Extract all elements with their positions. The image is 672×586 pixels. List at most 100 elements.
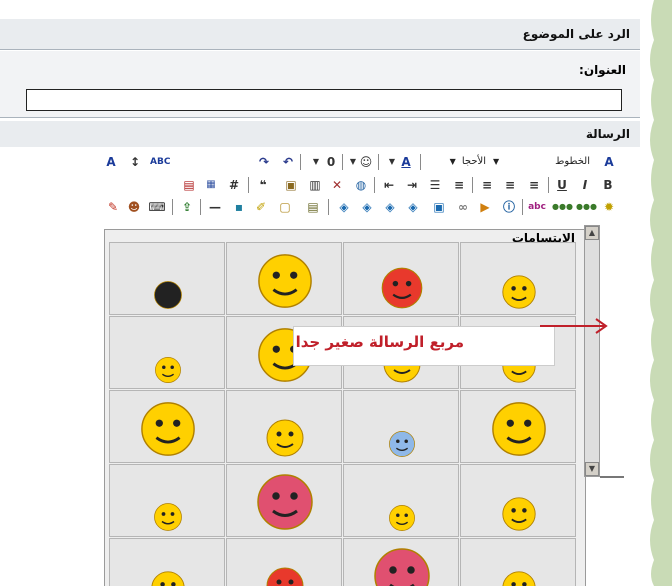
marker-icon[interactable]: ✎ [104, 198, 122, 216]
link-icon[interactable]: ∞ [454, 198, 472, 216]
smilies-grid [109, 242, 577, 586]
smiley-cell[interactable] [226, 538, 342, 586]
smiley-cool-sunglasses-icon [492, 402, 546, 456]
image-frame-icon[interactable]: ▣ [430, 198, 448, 216]
smiley-cell[interactable] [226, 242, 342, 315]
smiley-cell[interactable] [460, 464, 576, 537]
link-globe-icon[interactable]: ◍ [352, 176, 370, 194]
annotation-box: مربع الرسالة صغير جدا [293, 326, 555, 366]
chevron-down-icon: ▼ [449, 157, 456, 166]
hash-icon[interactable]: # [225, 176, 243, 194]
smilies-panel: الابتسامات [104, 229, 586, 586]
panel-divider [600, 476, 624, 478]
smiley-cell[interactable] [343, 242, 459, 315]
smiley-cell[interactable] [226, 464, 342, 537]
smiley-shocked-pink-icon [374, 548, 430, 586]
attach-file-icon[interactable]: ▥ [306, 176, 324, 194]
smiley-cell[interactable] [343, 538, 459, 586]
smiley-cry-icon [389, 505, 415, 531]
bold-button[interactable]: B [599, 176, 617, 194]
align-center-icon[interactable]: ≡ [501, 176, 519, 194]
bullet-list-icon[interactable]: ☰ [426, 176, 444, 194]
scroll-down-icon[interactable]: ▼ [585, 462, 599, 476]
move-left-icon[interactable]: ◈ [381, 198, 399, 216]
smiley-cell[interactable] [343, 390, 459, 463]
upload-icon[interactable]: ⇪ [178, 198, 196, 216]
user-icon[interactable]: ☻ [125, 198, 143, 216]
toolbar-separator [172, 199, 173, 215]
smiley-cell[interactable] [109, 316, 225, 389]
move-down-icon[interactable]: ◈ [335, 198, 353, 216]
horizontal-rule-icon[interactable]: — [206, 198, 224, 216]
numbered-list-icon[interactable]: ≡ [450, 176, 468, 194]
frame-icon[interactable]: ▢ [276, 198, 294, 216]
size-dropdown[interactable]: الأحجا▼ [426, 153, 486, 171]
text-color-icon[interactable]: A [397, 153, 415, 171]
smiley-cell[interactable] [460, 390, 576, 463]
redo-icon[interactable]: ↷ [255, 153, 273, 171]
torn-edge-shape [640, 0, 654, 586]
smiley-cell[interactable] [109, 464, 225, 537]
php-icon[interactable]: ▦ [202, 176, 220, 194]
color-table-icon[interactable]: ▪ [230, 198, 248, 216]
sparkle-icon[interactable]: ✹ [600, 198, 618, 216]
move-up-icon[interactable]: ◈ [358, 198, 376, 216]
toolbar-separator [374, 177, 375, 193]
quote-icon[interactable]: ❝ [254, 176, 272, 194]
undo-icon[interactable]: ↶ [279, 153, 297, 171]
toolbar-separator [522, 199, 523, 215]
dots-right-icon[interactable]: ●●● [576, 198, 597, 216]
email-icon[interactable]: ▤ [180, 176, 198, 194]
clear-format-icon[interactable]: A [600, 153, 618, 171]
spellcheck-icon[interactable]: ABC [150, 153, 170, 171]
align-left-icon[interactable]: ≡ [525, 176, 543, 194]
smiley-ninja-black-icon [154, 281, 182, 309]
dots-left-icon[interactable]: ●●● [552, 198, 573, 216]
unlink-icon[interactable]: ✕ [328, 176, 346, 194]
smiley-insert-icon[interactable]: ☺ [357, 153, 375, 171]
toolbar-separator [248, 177, 249, 193]
keyboard-icon[interactable]: ⌨ [148, 198, 166, 216]
font-dropdown-label: الخطوط [555, 156, 590, 167]
font-dropdown[interactable]: الخطوط ▼ [480, 153, 590, 171]
smilies-scrollbar[interactable]: ▲ ▼ [584, 225, 600, 477]
smiley-love-icon [155, 357, 181, 383]
smiley-cell[interactable] [109, 538, 225, 586]
toolbar-separator [328, 199, 329, 215]
smiley-nervous-icon [502, 571, 536, 586]
align-right-icon[interactable]: ≡ [478, 176, 496, 194]
toolbar-separator [200, 199, 201, 215]
underline-button[interactable]: U [553, 176, 571, 194]
resize-icon[interactable]: ↕ [126, 153, 144, 171]
smiley-cell[interactable] [460, 538, 576, 586]
smiley-cell[interactable] [226, 390, 342, 463]
smiley-dizzy-icon [266, 419, 304, 457]
play-icon[interactable]: ▶ [476, 198, 494, 216]
smiley-cell[interactable] [109, 390, 225, 463]
smiley-cell[interactable] [460, 242, 576, 315]
highlight-icon[interactable]: ✐ [252, 198, 270, 216]
message-header: الرسالة [0, 120, 640, 148]
italic-button[interactable]: I [576, 176, 594, 194]
reply-form: الرد على الموضوع العنوان: الرسالة A ↕ AB… [0, 0, 640, 586]
smiley-devil-red-icon [266, 567, 304, 586]
indent-icon[interactable]: ⇥ [403, 176, 421, 194]
subject-label: العنوان: [579, 63, 626, 77]
move-right-icon[interactable]: ◈ [404, 198, 422, 216]
smiley-cell[interactable] [343, 464, 459, 537]
attachment-icon[interactable]: 0 [322, 153, 340, 171]
annotation-arrow-icon [540, 318, 608, 334]
smiley-sleepy-small-icon [502, 275, 536, 309]
subject-input[interactable] [26, 89, 622, 111]
image-icon[interactable]: ▣ [282, 176, 300, 194]
outdent-icon[interactable]: ⇤ [380, 176, 398, 194]
smiley-cell[interactable] [109, 242, 225, 315]
toolbar-separator [420, 154, 421, 170]
smiley-shout-icon [502, 497, 536, 531]
font-format-icon[interactable]: A [102, 153, 120, 171]
smiley-angry-red-icon [381, 267, 423, 309]
scroll-up-icon[interactable]: ▲ [585, 226, 599, 240]
scroll-text-icon[interactable]: ▤ [304, 198, 322, 216]
abc-color-icon[interactable]: abc [528, 198, 546, 216]
info-icon[interactable]: ⓘ [500, 198, 518, 216]
